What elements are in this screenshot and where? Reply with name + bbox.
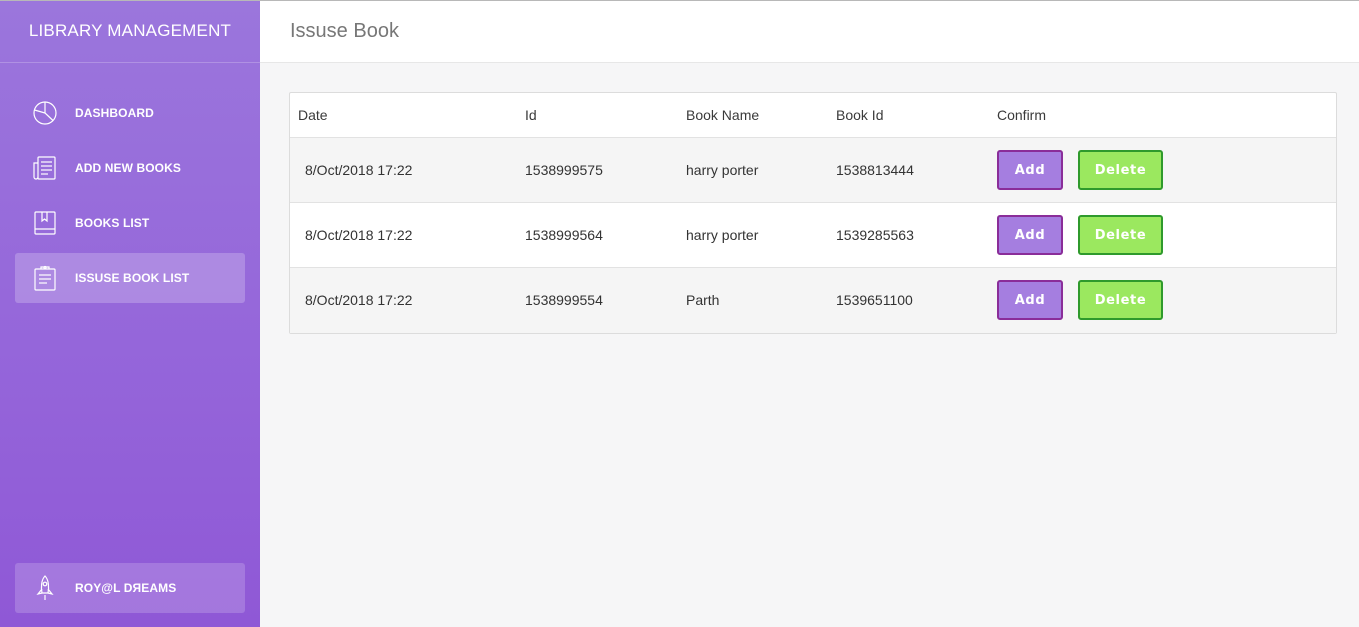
sidebar: LIBRARY MANAGEMENT DASHBOARD ADD NEW BOO… — [0, 0, 260, 627]
cell-id: 1538999564 — [525, 227, 603, 243]
sidebar-item-label: ADD NEW BOOKS — [75, 161, 181, 175]
sidebar-item-issuse-book-list[interactable]: ISSUSE BOOK LIST — [15, 253, 245, 303]
cell-id: 1538999575 — [525, 162, 603, 178]
issue-book-table: Date Id Book Name Book Id Confirm 8/Oct/… — [289, 92, 1337, 334]
delete-button[interactable]: Delete — [1078, 215, 1163, 255]
column-header-date: Date — [298, 107, 328, 123]
cell-book-name: harry porter — [686, 162, 759, 178]
sidebar-item-add-new-books[interactable]: ADD NEW BOOKS — [15, 143, 245, 193]
add-button[interactable]: Add — [997, 150, 1063, 190]
cell-book-name: harry porter — [686, 227, 759, 243]
book-icon — [31, 209, 59, 237]
cell-date: 8/Oct/2018 17:22 — [305, 227, 413, 243]
cell-book-id: 1539285563 — [836, 227, 914, 243]
sidebar-nav: DASHBOARD ADD NEW BOOKS BOOKS LIST ISSUS… — [0, 63, 260, 303]
sidebar-item-books-list[interactable]: BOOKS LIST — [15, 198, 245, 248]
cell-book-name: Parth — [686, 292, 720, 308]
table-row: 8/Oct/2018 17:22 1538999575 harry porter… — [290, 138, 1336, 203]
table-row: 8/Oct/2018 17:22 1538999554 Parth 153965… — [290, 268, 1336, 333]
sidebar-item-label: ISSUSE BOOK LIST — [75, 271, 190, 285]
delete-button[interactable]: Delete — [1078, 280, 1163, 320]
main-content: Issuse Book Date Id Book Name Book Id Co… — [260, 0, 1359, 627]
footer-label: ROY@L DЯEAMS — [75, 581, 177, 595]
pie-chart-icon — [31, 99, 59, 127]
cell-id: 1538999554 — [525, 292, 603, 308]
add-button[interactable]: Add — [997, 215, 1063, 255]
column-header-confirm: Confirm — [997, 107, 1047, 123]
column-header-book-name: Book Name — [686, 107, 760, 123]
cell-book-id: 1538813444 — [836, 162, 914, 178]
clipboard-icon — [31, 264, 59, 292]
cell-date: 8/Oct/2018 17:22 — [305, 162, 413, 178]
page-header: Issuse Book — [260, 0, 1359, 63]
table-header: Date Id Book Name Book Id Confirm — [290, 93, 1336, 138]
table-row: 8/Oct/2018 17:22 1538999564 harry porter… — [290, 203, 1336, 268]
sidebar-item-label: BOOKS LIST — [75, 216, 150, 230]
sidebar-item-label: DASHBOARD — [75, 106, 154, 120]
sidebar-item-dashboard[interactable]: DASHBOARD — [15, 88, 245, 138]
app-title: LIBRARY MANAGEMENT — [0, 0, 260, 63]
top-border-line — [0, 0, 1359, 1]
page-title: Issuse Book — [290, 19, 399, 42]
column-header-id: Id — [525, 107, 537, 123]
column-header-book-id: Book Id — [836, 107, 884, 123]
newspaper-icon — [31, 154, 59, 182]
rocket-icon — [31, 574, 59, 602]
cell-date: 8/Oct/2018 17:22 — [305, 292, 413, 308]
sidebar-footer-brand[interactable]: ROY@L DЯEAMS — [15, 563, 245, 613]
add-button[interactable]: Add — [997, 280, 1063, 320]
cell-book-id: 1539651100 — [836, 292, 913, 308]
delete-button[interactable]: Delete — [1078, 150, 1163, 190]
